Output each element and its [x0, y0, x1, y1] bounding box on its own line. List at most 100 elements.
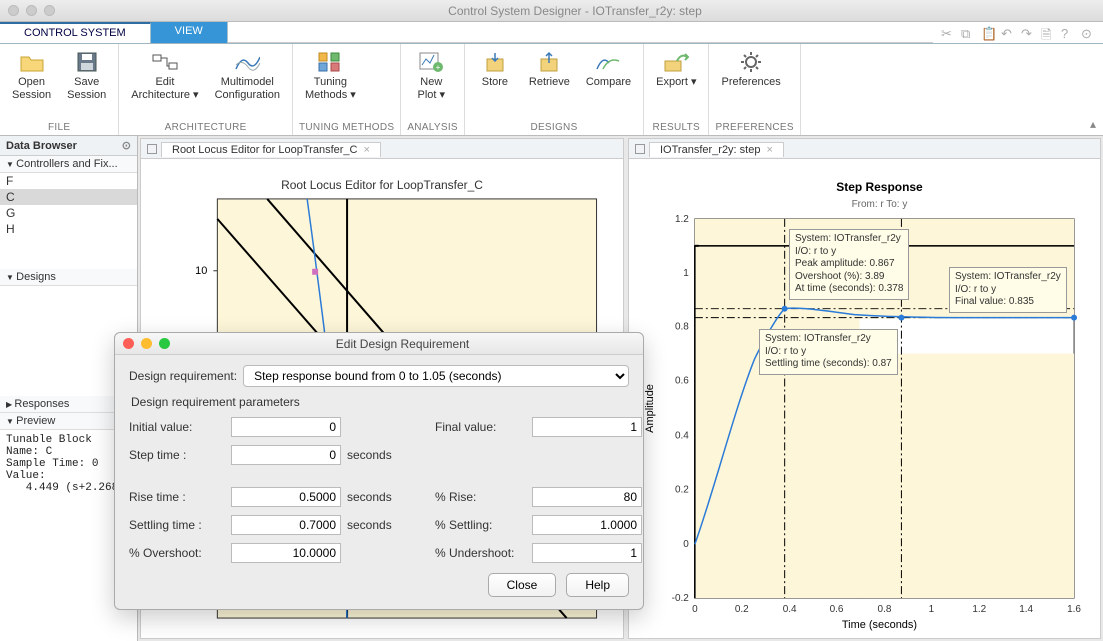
- pct-overshoot-input[interactable]: [231, 543, 341, 563]
- multimodel-icon: [233, 50, 261, 74]
- cut-icon[interactable]: ✂: [941, 26, 955, 40]
- list-item[interactable]: H: [0, 221, 137, 237]
- redo-icon[interactable]: ↷: [1021, 26, 1035, 40]
- store-icon: [481, 50, 509, 74]
- panel-gear-icon[interactable]: ⊙: [122, 139, 131, 152]
- designs-header[interactable]: Designs: [0, 269, 137, 286]
- svg-text:1: 1: [683, 268, 689, 279]
- dialog-close-icon[interactable]: [123, 338, 134, 349]
- save-session-button[interactable]: Save Session: [61, 46, 112, 105]
- retrieve-button[interactable]: Retrieve: [523, 46, 576, 93]
- plot-tab-root-locus[interactable]: Root Locus Editor for LoopTransfer_C×: [161, 142, 381, 157]
- tab-control-system[interactable]: CONTROL SYSTEM: [0, 22, 151, 43]
- settling-time-label: Settling time :: [129, 518, 229, 532]
- export-icon: [662, 50, 690, 74]
- controllers-list: F C G H: [0, 173, 137, 269]
- folder-open-icon: [18, 50, 46, 74]
- step-subtitle: From: r To: y: [852, 199, 908, 210]
- step-response-axes[interactable]: Step Response From: r To: y Amplitude Ti…: [629, 159, 1100, 638]
- edit-architecture-button[interactable]: Edit Architecture ▾: [125, 46, 204, 105]
- datatip-peak: System: IOTransfer_r2yI/O: r to yPeak am…: [789, 229, 909, 300]
- pct-undershoot-input[interactable]: [532, 543, 642, 563]
- datatip-final: System: IOTransfer_r2yI/O: r to yFinal v…: [949, 267, 1067, 313]
- traffic-lights: [8, 5, 55, 16]
- data-browser-title: Data Browser: [6, 140, 77, 152]
- toolstrip-collapse-icon[interactable]: ▴: [1083, 44, 1103, 135]
- svg-text:1.6: 1.6: [1067, 604, 1081, 615]
- paste-icon[interactable]: 📋: [981, 26, 995, 40]
- svg-text:1.2: 1.2: [972, 604, 986, 615]
- controllers-header[interactable]: Controllers and Fix...: [0, 156, 137, 173]
- pct-settling-label: % Settling:: [435, 518, 530, 532]
- rise-time-input[interactable]: [231, 487, 341, 507]
- dialog-traffic-lights: [123, 338, 170, 349]
- pin-icon[interactable]: [147, 144, 157, 154]
- close-button[interactable]: Close: [488, 573, 557, 597]
- more-icon[interactable]: ⊙: [1081, 26, 1095, 40]
- list-item[interactable]: C: [0, 189, 137, 205]
- help-button[interactable]: Help: [566, 573, 629, 597]
- rise-time-label: Rise time :: [129, 490, 229, 504]
- plot-tab-step[interactable]: IOTransfer_r2y: step×: [649, 142, 784, 157]
- close-icon[interactable]: ×: [363, 144, 369, 156]
- svg-text:1: 1: [929, 604, 935, 615]
- export-button[interactable]: Export ▾: [650, 46, 702, 93]
- tuning-methods-button[interactable]: Tuning Methods ▾: [299, 46, 362, 105]
- settling-time-input[interactable]: [231, 515, 341, 535]
- list-item[interactable]: G: [0, 205, 137, 221]
- svg-text:-0.2: -0.2: [672, 593, 690, 604]
- svg-text:1.2: 1.2: [675, 214, 689, 225]
- doc-icon[interactable]: 🗎: [1041, 26, 1055, 40]
- pct-rise-input[interactable]: [532, 487, 642, 507]
- svg-text:0: 0: [692, 604, 698, 615]
- copy-icon[interactable]: ⧉: [961, 26, 975, 40]
- quick-access-toolbar: ✂ ⧉ 📋 ↶ ↷ 🗎 ? ⊙: [933, 22, 1103, 43]
- pct-overshoot-label: % Overshoot:: [129, 546, 229, 560]
- svg-text:0: 0: [683, 539, 689, 550]
- step-time-input[interactable]: [231, 445, 341, 465]
- final-value-input[interactable]: [532, 417, 642, 437]
- traffic-min[interactable]: [26, 5, 37, 16]
- pct-undershoot-label: % Undershoot:: [435, 546, 530, 560]
- list-item[interactable]: F: [0, 173, 137, 189]
- store-button[interactable]: Store: [471, 46, 519, 93]
- pct-settling-input[interactable]: [532, 515, 642, 535]
- svg-text:1.4: 1.4: [1019, 604, 1033, 615]
- xlabel: Time (seconds): [842, 619, 917, 631]
- preferences-button[interactable]: Preferences: [715, 46, 786, 93]
- edit-design-requirement-dialog: Edit Design Requirement Design requireme…: [114, 332, 644, 610]
- toolstrip: Open Session Save Session FILE Edit Arch…: [0, 44, 1103, 136]
- tuning-icon: [316, 50, 344, 74]
- compare-button[interactable]: Compare: [580, 46, 637, 93]
- pin-icon[interactable]: [635, 144, 645, 154]
- main-tabbar: CONTROL SYSTEM VIEW ✂ ⧉ 📋 ↶ ↷ 🗎 ? ⊙: [0, 22, 1103, 44]
- traffic-max[interactable]: [44, 5, 55, 16]
- ylabel: Amplitude: [644, 384, 656, 433]
- svg-text:0.6: 0.6: [830, 604, 844, 615]
- dialog-max-icon[interactable]: [159, 338, 170, 349]
- new-plot-button[interactable]: + New Plot ▾: [407, 46, 455, 105]
- svg-text:0.4: 0.4: [675, 430, 689, 441]
- window-title: Control System Designer - IOTransfer_r2y…: [55, 4, 1095, 18]
- save-icon: [73, 50, 101, 74]
- undo-icon[interactable]: ↶: [1001, 26, 1015, 40]
- svg-text:0.8: 0.8: [675, 322, 689, 333]
- design-requirement-select[interactable]: Step response bound from 0 to 1.05 (seco…: [243, 365, 629, 387]
- tab-view[interactable]: VIEW: [151, 22, 228, 43]
- initial-value-input[interactable]: [231, 417, 341, 437]
- dialog-min-icon[interactable]: [141, 338, 152, 349]
- close-icon[interactable]: ×: [766, 144, 772, 156]
- svg-text:0.6: 0.6: [675, 376, 689, 387]
- architecture-icon: [151, 50, 179, 74]
- open-session-button[interactable]: Open Session: [6, 46, 57, 105]
- traffic-close[interactable]: [8, 5, 19, 16]
- step-time-label: Step time :: [129, 448, 229, 462]
- final-value-label: Final value:: [435, 420, 530, 434]
- step-title: Step Response: [836, 180, 923, 194]
- svg-text:+: +: [436, 63, 441, 72]
- multimodel-config-button[interactable]: Multimodel Configuration: [209, 46, 286, 105]
- step-response-frame: IOTransfer_r2y: step× Step Response From…: [628, 138, 1101, 639]
- help-icon[interactable]: ?: [1061, 26, 1075, 40]
- dialog-title: Edit Design Requirement: [170, 337, 635, 351]
- plot-title: Root Locus Editor for LoopTransfer_C: [281, 178, 483, 192]
